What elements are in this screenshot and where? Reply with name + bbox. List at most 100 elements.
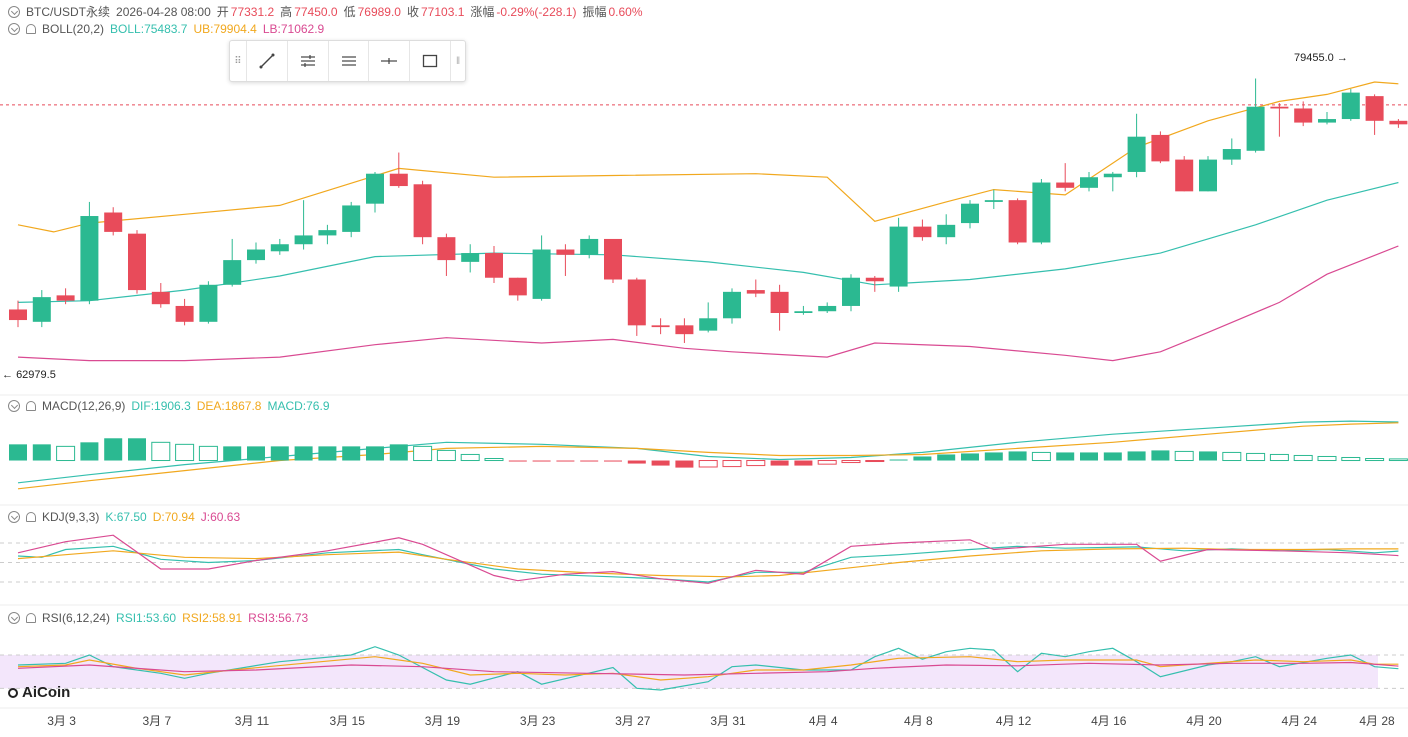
macd-bar [817, 460, 837, 465]
x-tick-label: 3月 23 [520, 714, 556, 728]
boll-ub: UB:79904.4 [193, 22, 257, 36]
parallel-lines-icon[interactable] [286, 41, 328, 81]
macd-bar [342, 446, 361, 461]
chart-canvas[interactable]: 3月 3 3月 7 3月 11 3月 15 3月 19 3月 23 3月 27 3月 31 4月… [0, 0, 1408, 737]
macd-bar [604, 460, 622, 462]
horizontal-ray-icon[interactable] [368, 41, 409, 81]
aicoin-logo: AiCoin [8, 684, 70, 701]
candle-body [1341, 92, 1360, 120]
grip-icon[interactable]: ⠿ [230, 41, 246, 81]
macd-bar [841, 460, 861, 464]
rectangle-icon[interactable] [409, 41, 450, 81]
open-value: 77331.2 [230, 5, 275, 19]
logo-text: AiCoin [22, 684, 71, 701]
candle-body [437, 237, 456, 261]
macd-bar [128, 438, 146, 461]
macd-bar [32, 444, 51, 461]
eye-icon[interactable] [8, 511, 20, 523]
candle-body [1246, 106, 1265, 151]
x-tick-label: 3月 19 [425, 714, 461, 728]
candle-body [342, 205, 361, 232]
high-value: 77450.0 [294, 5, 338, 19]
high-price-value: 79455.0 [1294, 52, 1334, 64]
macd-bar [1151, 450, 1170, 461]
macd-bar [1317, 455, 1337, 462]
macd-bar [151, 441, 171, 462]
eye-icon[interactable] [8, 23, 20, 35]
candle-body [651, 325, 670, 328]
macd-bar [532, 460, 551, 462]
candle-body [794, 311, 813, 313]
macd-bar [889, 459, 908, 461]
candle-body [318, 230, 337, 236]
candle-body [1365, 96, 1384, 121]
x-axis: 3月 3 3月 7 3月 11 3月 15 3月 19 3月 23 3月 27 3月 31 4月… [47, 714, 1395, 728]
bell-icon[interactable] [26, 401, 36, 411]
trend-line-icon[interactable] [245, 41, 287, 81]
boll-lb: LB:71062.9 [262, 22, 325, 36]
bell-icon[interactable] [26, 613, 36, 623]
macd-bar [722, 460, 742, 468]
kdj-d: D:70.94 [152, 510, 195, 524]
macd-bar [366, 446, 384, 461]
macd-bar [1365, 458, 1385, 462]
bell-icon[interactable] [26, 24, 36, 34]
macd-bar [104, 438, 123, 461]
low-price-annotation: ← 62979.5 [2, 369, 56, 381]
eye-icon[interactable] [8, 6, 20, 18]
more-icon[interactable]: ‖ [450, 41, 465, 81]
macd-bar [436, 449, 456, 462]
open-label: 开 [216, 5, 229, 19]
eye-icon[interactable] [8, 612, 20, 624]
x-tick-label: 4月 28 [1359, 714, 1395, 728]
low-label: 低 [343, 5, 356, 19]
low-price-value: 62979.5 [16, 369, 56, 381]
candle-body [818, 305, 837, 312]
candle-body [413, 184, 432, 238]
arrow-right-icon: → [1336, 52, 1348, 64]
macd-bar [1127, 451, 1146, 461]
symbol: BTC/USDT永续 [26, 5, 111, 19]
macd-bar [9, 444, 27, 461]
candle-body [223, 260, 242, 285]
macd-bar [1199, 451, 1217, 461]
candle-body [556, 249, 575, 255]
rsi-2: RSI2:58.91 [182, 611, 243, 625]
macd-bar [508, 460, 527, 462]
candle-body [485, 253, 503, 278]
candle-body [580, 238, 599, 255]
change-label: 涨幅 [470, 5, 495, 19]
arrow-left-icon: ← [2, 369, 13, 381]
change-value: -0.29%(-228.1) [496, 5, 577, 19]
candle-body [723, 291, 741, 319]
macd-bar [247, 446, 265, 461]
macd-bar [627, 460, 646, 464]
x-tick-label: 3月 27 [615, 714, 651, 728]
macd-bar [318, 446, 337, 461]
close-value: 77103.1 [421, 5, 465, 19]
macd-bar [770, 460, 789, 466]
candle-body [294, 235, 313, 245]
macd-bar [1031, 451, 1051, 462]
candle-body [56, 295, 75, 301]
candle-body [961, 203, 979, 224]
datetime: 2026-04-28 08:00 [116, 5, 211, 19]
macd-bar [746, 460, 766, 467]
candle-body [1222, 149, 1241, 160]
bell-icon[interactable] [26, 512, 36, 522]
amp-value: 0.60% [608, 5, 643, 19]
candle-body [104, 212, 123, 232]
rsi-1: RSI1:53.60 [116, 611, 177, 625]
macd-bar [56, 445, 76, 462]
candle-body [1080, 177, 1098, 188]
candle-body [366, 173, 384, 204]
macd-bar [865, 460, 885, 463]
eye-icon[interactable] [8, 400, 20, 412]
drawing-toolbar: ⠿ ‖ [229, 40, 466, 82]
horizontal-lines-icon[interactable] [327, 41, 369, 81]
macd-bar [984, 452, 1003, 461]
x-tick-label: 3月 15 [330, 714, 366, 728]
kdj-row: KDJ(9,3,3) K:67.50 D:70.94 J:60.63 [8, 509, 246, 525]
candle-body [1199, 159, 1217, 192]
macd-bar [413, 445, 433, 462]
